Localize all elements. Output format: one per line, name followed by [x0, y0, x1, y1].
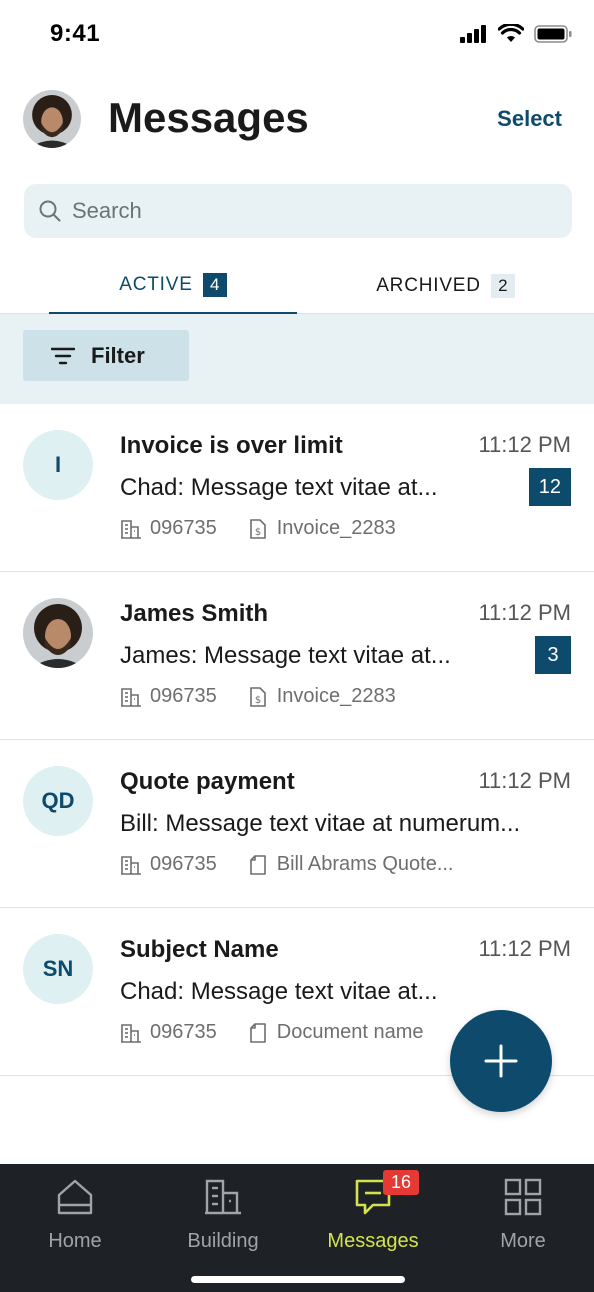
- plus-icon: [484, 1044, 518, 1078]
- message-time: 11:12 PM: [478, 768, 571, 793]
- building-id-text: 096735: [150, 685, 217, 707]
- building-icon: [121, 1023, 141, 1043]
- nav-home-label: Home: [48, 1230, 102, 1252]
- unread-count-badge: 3: [535, 636, 571, 674]
- building-icon: [203, 1176, 243, 1218]
- attachment-text: Invoice_2283: [276, 517, 396, 539]
- building-id-text: 096735: [150, 517, 217, 539]
- tab-archived[interactable]: ARCHIVED 2: [297, 258, 594, 314]
- search-input[interactable]: [72, 198, 552, 224]
- document-icon: [249, 1022, 266, 1043]
- attachment: $ Invoice_2283: [247, 685, 396, 708]
- tab-active[interactable]: ACTIVE 4: [49, 258, 297, 314]
- svg-text:$: $: [255, 527, 261, 538]
- search-icon: [39, 200, 61, 222]
- page-title: Messages: [108, 94, 309, 141]
- filter-button[interactable]: Filter: [23, 330, 189, 381]
- building-id: 096735: [120, 685, 217, 708]
- message-preview: Chad: Message text vitae at...: [120, 978, 438, 1005]
- avatar[interactable]: [23, 90, 81, 148]
- filter-icon: [51, 347, 75, 364]
- message-subject: Quote payment: [120, 768, 295, 795]
- attachment: Bill Abrams Quote...: [247, 853, 454, 876]
- message-time: 11:12 PM: [478, 600, 571, 625]
- nav-more-label: More: [500, 1230, 546, 1252]
- wifi-icon: [498, 24, 524, 42]
- home-icon: [55, 1176, 95, 1218]
- document-icon: [249, 854, 266, 875]
- message-subject: James Smith: [120, 600, 269, 627]
- message-avatar: [23, 598, 93, 668]
- invoice-icon: $: [249, 518, 266, 539]
- home-indicator: [191, 1276, 405, 1283]
- tab-archived-count: 2: [490, 274, 515, 298]
- message-subject: Subject Name: [120, 936, 279, 963]
- message-avatar: QD: [23, 766, 93, 836]
- nav-messages[interactable]: 16 Messages: [298, 1170, 448, 1256]
- message-meta: 096735 $ Invoice_2283: [120, 685, 396, 708]
- message-avatar: SN: [23, 934, 93, 1004]
- building-id: 096735: [120, 517, 217, 540]
- nav-more[interactable]: More: [448, 1176, 594, 1256]
- attachment: $ Invoice_2283: [247, 517, 396, 540]
- grid-icon: [503, 1176, 543, 1218]
- message-time: 11:12 PM: [478, 432, 571, 457]
- building-icon: [121, 519, 141, 539]
- filter-bar: Filter: [0, 314, 594, 404]
- avatar-photo: [23, 598, 93, 668]
- filter-label: Filter: [91, 342, 145, 368]
- message-preview: Chad: Message text vitae at...: [120, 474, 438, 501]
- battery-icon: [534, 24, 572, 43]
- unread-count-badge: 12: [528, 468, 571, 506]
- messages-icon: 16: [353, 1170, 420, 1218]
- message-preview: James: Message text vitae at...: [120, 642, 451, 669]
- building-id: 096735: [120, 1021, 217, 1044]
- header: Messages Select: [0, 88, 594, 152]
- tab-active-count: 4: [202, 273, 227, 297]
- message-list: I Invoice is over limit 11:12 PM Chad: M…: [0, 404, 594, 1076]
- avatar-photo: [23, 90, 81, 148]
- attachment-text: Document name: [276, 1021, 424, 1043]
- building-id-text: 096735: [150, 853, 217, 875]
- tab-active-label: ACTIVE: [119, 274, 193, 295]
- message-preview: Bill: Message text vitae at numerum...: [120, 810, 521, 837]
- message-avatar: I: [23, 430, 93, 500]
- status-icons: [460, 24, 572, 43]
- tab-archived-label: ARCHIVED: [376, 275, 481, 296]
- bottom-nav: Home Building 16 Messages More: [0, 1164, 594, 1292]
- building-id: 096735: [120, 853, 217, 876]
- status-bar: 9:41: [0, 0, 594, 70]
- nav-building-label: Building: [187, 1230, 259, 1252]
- status-time: 9:41: [50, 20, 101, 47]
- messages-badge: 16: [383, 1170, 420, 1195]
- message-row[interactable]: James Smith 11:12 PM James: Message text…: [0, 572, 594, 740]
- invoice-icon: $: [249, 686, 266, 707]
- message-meta: 096735 Document name: [120, 1021, 424, 1044]
- message-row[interactable]: QD Quote payment 11:12 PM Bill: Message …: [0, 740, 594, 908]
- svg-text:$: $: [255, 695, 261, 706]
- nav-messages-label: Messages: [327, 1230, 419, 1252]
- search-bar[interactable]: [24, 184, 572, 238]
- attachment-text: Invoice_2283: [276, 685, 396, 707]
- tab-bar: ACTIVE 4 ARCHIVED 2: [0, 258, 594, 314]
- message-time: 11:12 PM: [478, 936, 571, 961]
- select-button[interactable]: Select: [497, 106, 562, 132]
- new-message-button[interactable]: [450, 1010, 552, 1112]
- signal-icon: [460, 24, 486, 43]
- message-meta: 096735 Bill Abrams Quote...: [120, 853, 454, 876]
- attachment-text: Bill Abrams Quote...: [276, 853, 454, 875]
- building-icon: [121, 855, 141, 875]
- nav-home[interactable]: Home: [0, 1176, 150, 1256]
- building-icon: [121, 687, 141, 707]
- message-subject: Invoice is over limit: [120, 432, 343, 459]
- nav-building[interactable]: Building: [148, 1176, 298, 1256]
- message-meta: 096735 $ Invoice_2283: [120, 517, 396, 540]
- attachment: Document name: [247, 1021, 424, 1044]
- message-row[interactable]: I Invoice is over limit 11:12 PM Chad: M…: [0, 404, 594, 572]
- building-id-text: 096735: [150, 1021, 217, 1043]
